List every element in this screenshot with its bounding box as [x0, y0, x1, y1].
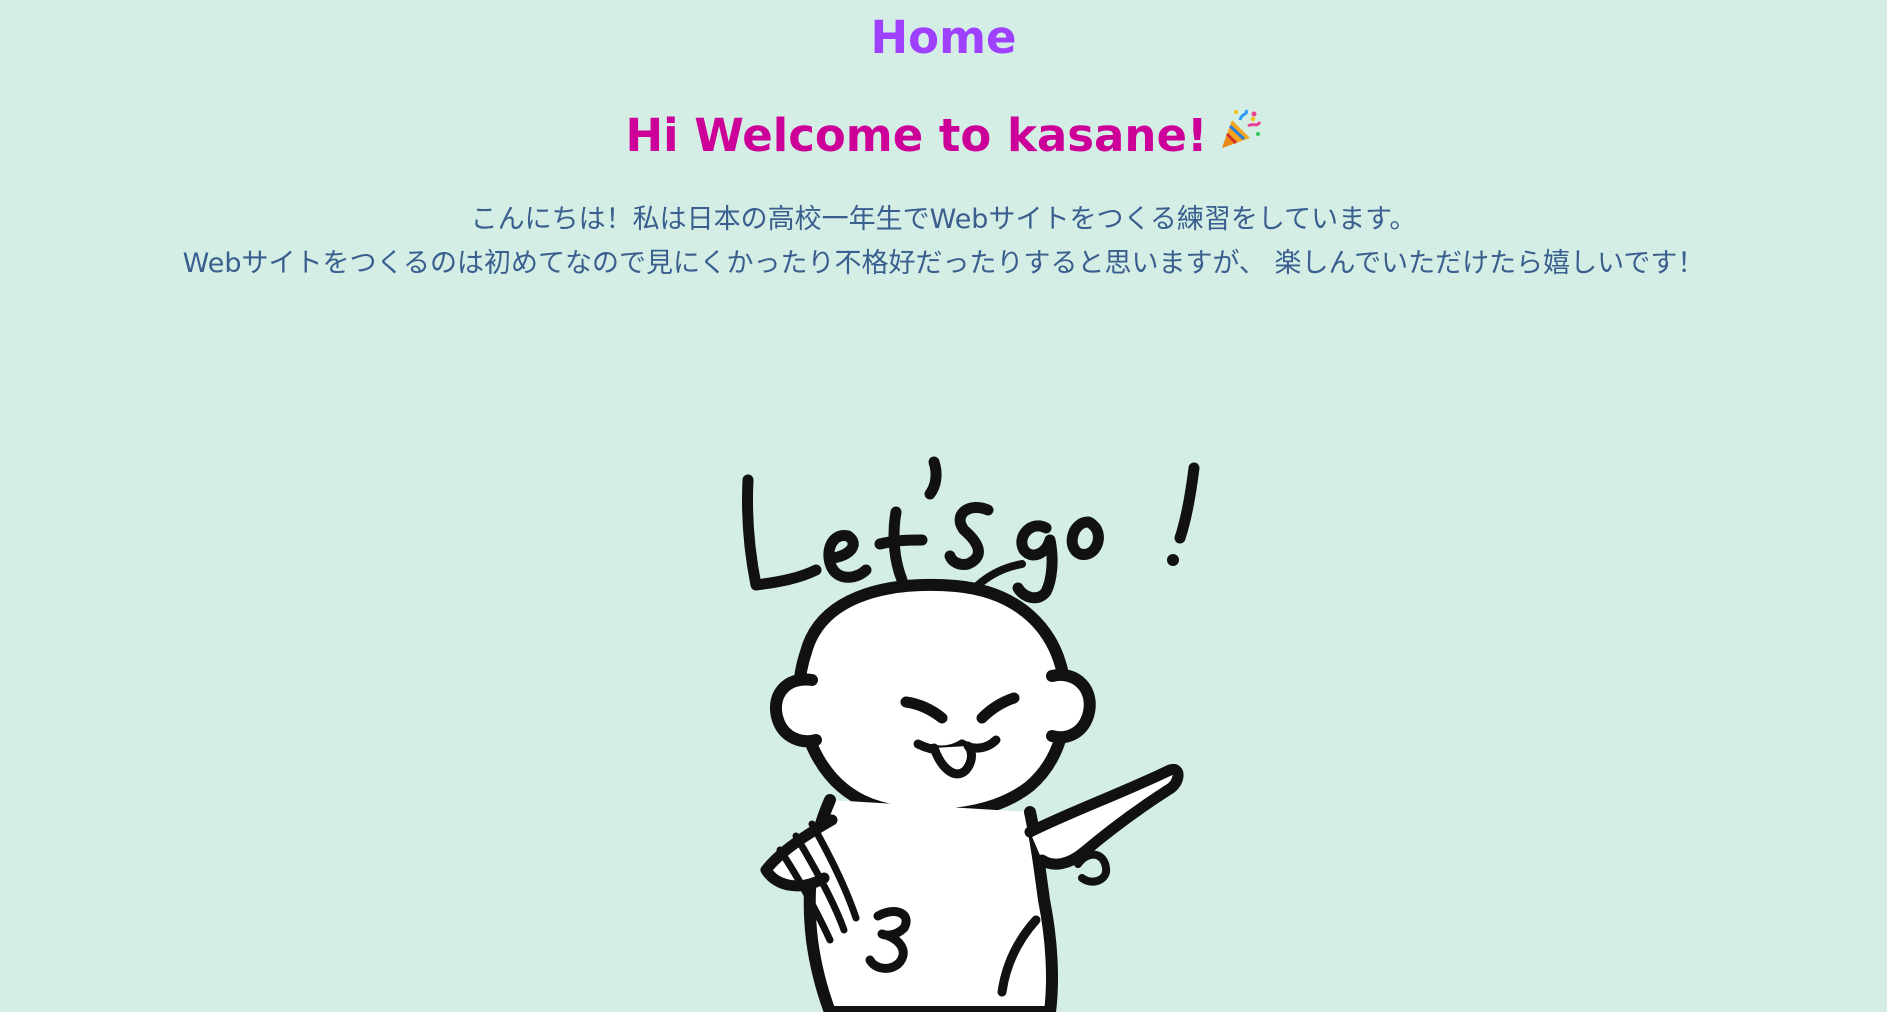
nav-title[interactable]: Home [0, 8, 1887, 68]
intro-line-1: こんにちは！私は日本の高校一年生でWebサイトをつくる練習をしています。 [470, 204, 1417, 235]
intro-line-2: Webサイトをつくるのは初めてなので見にくかったり不格好だったりすると思いますが… [182, 248, 1705, 279]
lets-go-illustration [720, 440, 1240, 1012]
nav-title-label: Home [870, 11, 1017, 64]
welcome-heading-text: Hi Welcome to kasane! [625, 109, 1208, 162]
intro-text: こんにちは！私は日本の高校一年生でWebサイトをつくる練習をしています。 Web… [0, 198, 1887, 286]
lets-go-character-illustration [741, 456, 1200, 1012]
welcome-heading: Hi Welcome to kasane! [0, 106, 1887, 169]
party-popper-icon [1218, 105, 1262, 165]
